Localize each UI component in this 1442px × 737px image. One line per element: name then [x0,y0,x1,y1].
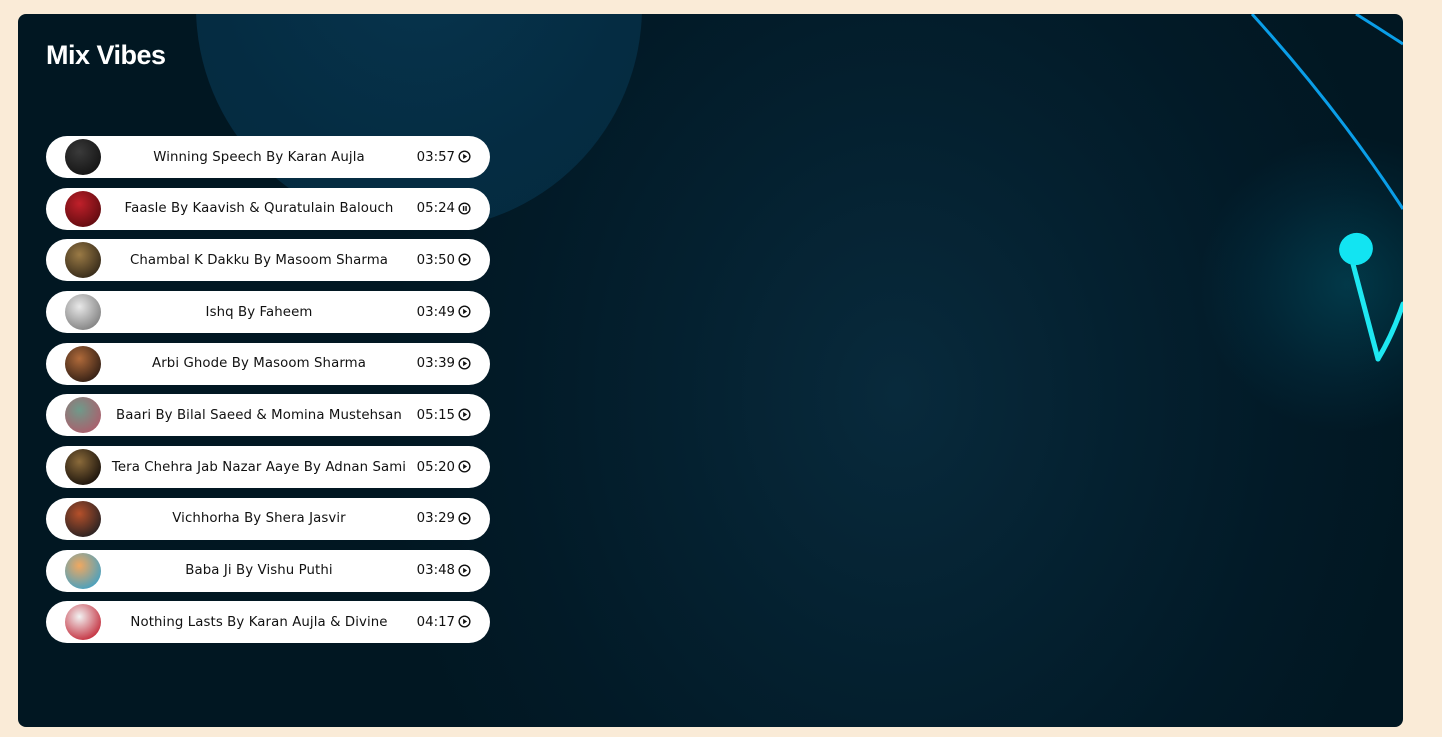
play-icon[interactable] [458,512,471,525]
track-title: Arbi Ghode By Masoom Sharma [152,356,366,372]
album-thumbnail [65,294,101,331]
track-title: Tera Chehra Jab Nazar Aaye By Adnan Sami [111,459,407,475]
track-row[interactable]: Baari By Bilal Saeed & Momina Mustehsan 0… [46,394,490,437]
album-thumbnail [65,604,101,641]
track-duration: 03:49 [416,304,455,320]
track-duration: 05:24 [416,201,455,217]
play-icon[interactable] [458,563,471,577]
track-row[interactable]: Chambal K Dakku By Masoom Sharma 03:50 [46,239,490,282]
track-row[interactable]: Baba Ji By Vishu Puthi 03:48 [46,549,490,592]
play-icon[interactable] [458,253,471,266]
track-duration: 05:15 [416,407,455,423]
music-note-icon [1339,232,1403,362]
track-row[interactable]: Nothing Lasts By Karan Aujla & Divine 04:… [46,601,490,644]
play-icon[interactable] [458,408,471,421]
play-icon[interactable] [458,305,471,318]
pause-icon[interactable] [458,202,471,215]
album-thumbnail [65,242,101,279]
track-title: Nothing Lasts By Karan Aujla & Divine [130,614,388,630]
track-row[interactable]: Vichhorha By Shera Jasvir 03:29 [46,497,490,540]
track-duration: 05:20 [416,459,455,475]
track-duration: 03:50 [416,252,455,268]
track-row[interactable]: Winning Speech By Karan Aujla 03:57 [46,136,490,178]
track-duration: 03:29 [416,511,455,527]
track-row[interactable]: Ishq By Faheem 03:49 [46,291,490,334]
album-thumbnail [65,449,101,486]
play-icon[interactable] [458,460,471,473]
play-icon[interactable] [458,150,471,163]
track-title: Faasle By Kaavish & Quratulain Balouch [124,201,394,217]
track-title: Ishq By Faheem [205,304,313,320]
album-thumbnail [65,345,101,382]
track-duration: 03:57 [416,149,455,165]
track-title: Baari By Bilal Saeed & Momina Mustehsan [116,407,402,423]
play-icon[interactable] [458,615,471,628]
track-title: Baba Ji By Vishu Puthi [185,563,333,578]
track-title: Winning Speech By Karan Aujla [153,149,365,165]
track-title: Vichhorha By Shera Jasvir [172,511,346,527]
album-thumbnail [65,552,101,589]
album-thumbnail [65,190,101,227]
track-duration: 03:48 [416,563,455,578]
mix-vibes-card: Mix Vibes Winning Speech By Karan Aujla 0… [18,14,1403,727]
album-thumbnail [65,500,101,537]
album-thumbnail [65,397,101,434]
track-title: Chambal K Dakku By Masoom Sharma [129,252,389,268]
track-list: Winning Speech By Karan Aujla 03:57 Faasle… [46,136,490,653]
section-title: Mix Vibes [46,40,166,70]
track-row[interactable]: Arbi Ghode By Masoom Sharma 03:39 [46,342,490,385]
track-row[interactable]: Tera Chehra Jab Nazar Aaye By Adnan Sami… [46,446,490,489]
play-icon[interactable] [458,357,471,370]
album-thumbnail [65,139,101,175]
track-duration: 03:39 [416,356,455,372]
track-row[interactable]: Faasle By Kaavish & Quratulain Balouch 05… [46,187,490,230]
track-duration: 04:17 [416,614,455,630]
